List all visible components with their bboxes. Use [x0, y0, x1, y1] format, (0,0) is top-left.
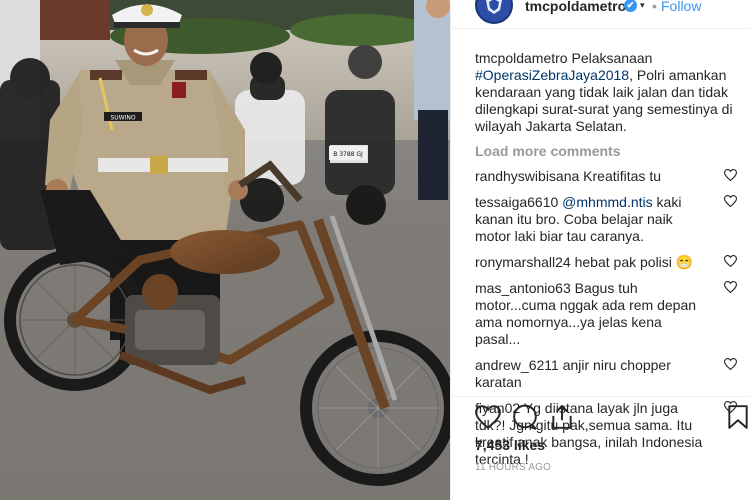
comment-username[interactable]: randhyswibisana [475, 168, 579, 184]
heart-outline-icon[interactable] [724, 358, 737, 370]
heart-outline-icon[interactable] [724, 195, 737, 207]
bookmark-icon[interactable] [725, 404, 750, 430]
verified-badge-icon: ✔ [624, 0, 637, 12]
load-more-comments-button[interactable]: Load more comments [475, 143, 737, 160]
caption-text-before: Pelaksanaan [567, 50, 653, 66]
police-logo-icon [486, 0, 502, 14]
comment-item: andrew_6211 anjir niru chopper karatan [475, 357, 737, 391]
officer-name-tag: SUWINO [110, 115, 135, 122]
comment-item: tessaiga6610 @mhmmd.ntis kaki kanan itu … [475, 194, 737, 245]
comment-username[interactable]: ronymarshall24 [475, 254, 571, 270]
comment-icon[interactable] [512, 404, 538, 430]
comment-text: hebat pak polisi 😁 [570, 254, 694, 270]
comment-username[interactable]: tessaiga6610 [475, 194, 558, 210]
caption-hashtag[interactable]: #OperasiZebraJaya2018 [475, 67, 629, 83]
post-header: tmcpoldametro ✔ ▾ • Follow [451, 0, 750, 24]
share-icon[interactable] [549, 404, 575, 430]
header-divider [451, 28, 750, 29]
separator-dot: • [652, 0, 657, 14]
post-side-panel: tmcpoldametro ✔ ▾ • Follow tmcpoldametro… [450, 0, 750, 500]
actions-divider [451, 396, 750, 397]
caption-username[interactable]: tmcpoldametro [475, 50, 568, 66]
heart-outline-icon[interactable] [724, 281, 737, 293]
comment-username[interactable]: mas_antonio63 [475, 280, 571, 296]
license-plate: B 3788 GJ [333, 151, 363, 158]
post-image: SUWINO B 3788 GJ [0, 0, 450, 500]
comment-item: mas_antonio63 Bagus tuh motor...cuma ngg… [475, 280, 737, 348]
comment-username[interactable]: andrew_6211 [475, 357, 559, 373]
post-caption: tmcpoldametro Pelaksanaan #OperasiZebraJ… [475, 50, 737, 135]
chevron-down-icon[interactable]: ▾ [640, 0, 645, 11]
likes-count[interactable]: 7,453 likes [475, 437, 545, 453]
follow-button[interactable]: Follow [661, 0, 701, 14]
comment-text: Kreatifitas tu [579, 168, 661, 184]
post-photo[interactable]: SUWINO B 3788 GJ [0, 0, 450, 500]
comment-item: randhyswibisana Kreatifitas tu [475, 168, 737, 185]
avatar[interactable] [475, 0, 513, 24]
heart-outline-icon[interactable] [724, 169, 737, 181]
post-timestamp: 11 HOURS AGO [475, 462, 552, 473]
comment-item: ronymarshall24 hebat pak polisi 😁 [475, 254, 737, 271]
post-author-username[interactable]: tmcpoldametro [525, 0, 626, 14]
heart-icon[interactable] [475, 404, 501, 430]
heart-outline-icon[interactable] [724, 255, 737, 267]
comment-mention[interactable]: @mhmmd.ntis [558, 194, 652, 210]
post-actions [475, 404, 750, 432]
